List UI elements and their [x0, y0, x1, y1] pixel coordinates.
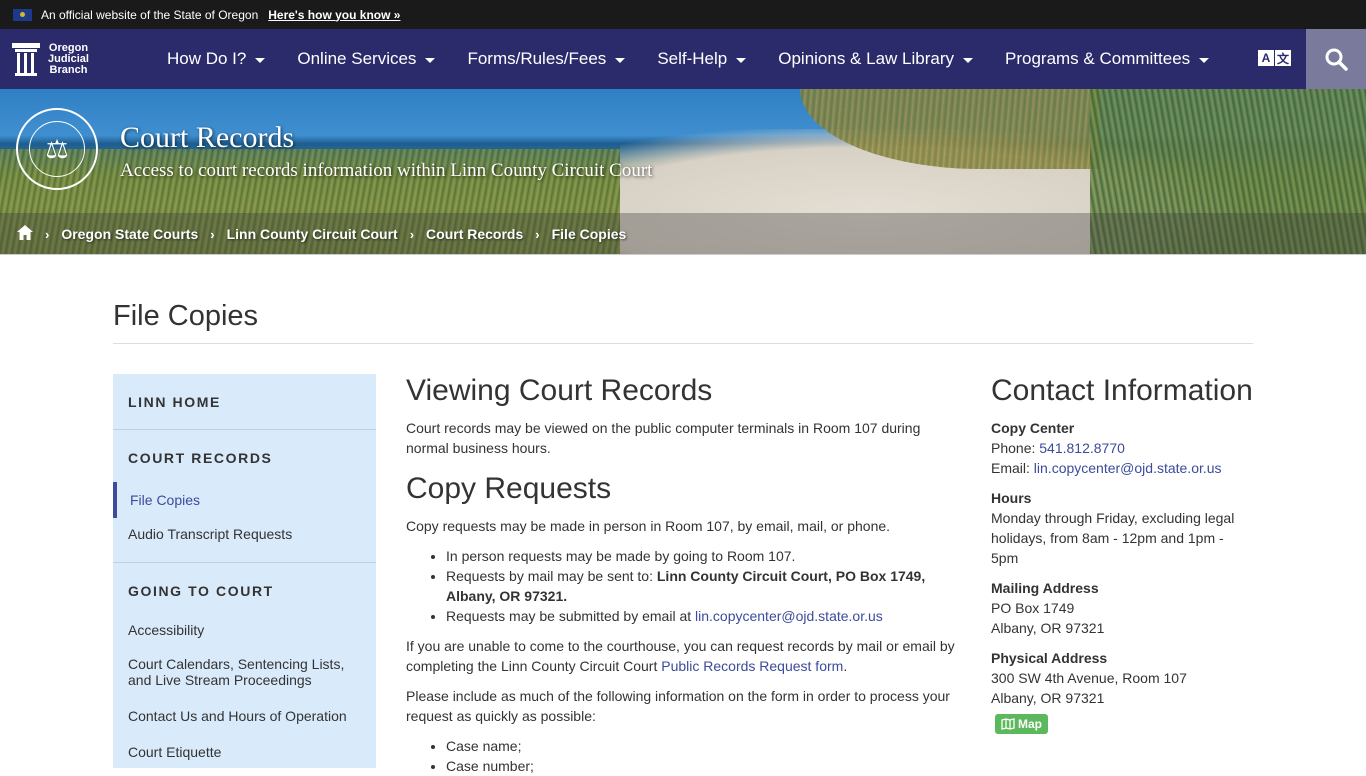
mailing-address-line2: Albany, OR 97321 [991, 620, 1105, 636]
chevron-right-icon: › [409, 226, 415, 242]
scales-of-justice-icon: ⚖ [29, 121, 85, 177]
copy-center-block: Copy Center Phone: 541.812.8770 Email: l… [991, 418, 1256, 478]
sidebar-item-accessibility[interactable]: Accessibility [113, 618, 376, 656]
sidebar-item-contact-us-hours[interactable]: Contact Us and Hours of Operation [113, 706, 376, 742]
copy-requests-intro: Copy requests may be made in person in R… [406, 518, 891, 534]
search-button[interactable] [1306, 29, 1366, 89]
pillar-icon [12, 42, 40, 76]
list-item: Case number; [446, 756, 961, 776]
nav-forms-rules-fees[interactable]: Forms/Rules/Fees [467, 49, 626, 69]
ojd-logo[interactable]: Oregon Judicial Branch [12, 41, 162, 76]
list-item: Case name; [446, 736, 961, 756]
nav-opinions-law-library[interactable]: Opinions & Law Library [778, 49, 973, 69]
sidebar-court-records[interactable]: COURT RECORDS [113, 430, 376, 485]
phone-link[interactable]: 541.812.8770 [1039, 440, 1125, 456]
caret-down-icon [1199, 57, 1210, 63]
hero-banner: ⚖ Court Records Access to court records … [0, 89, 1366, 255]
judicial-department-seal: ⚖ [16, 108, 98, 190]
main-content: Viewing Court Records Court records may … [406, 374, 961, 776]
breadcrumb-current: File Copies [551, 226, 627, 242]
chevron-right-icon: › [535, 226, 540, 242]
physical-address-line2: Albany, OR 97321 [991, 690, 1105, 706]
caret-down-icon [615, 57, 626, 63]
hero-divider [0, 254, 1366, 255]
translate-button[interactable]: A 文 [1258, 50, 1291, 66]
sidebar-item-file-copies[interactable]: File Copies [113, 482, 376, 518]
breadcrumb-linn-county[interactable]: Linn County Circuit Court [227, 226, 398, 242]
logo-text: Oregon Judicial Branch [48, 41, 89, 76]
public-records-request-form-link[interactable]: Public Records Request form [661, 658, 843, 674]
hours-label: Hours [991, 490, 1032, 506]
copy-center-email-link[interactable]: lin.copycenter@ojd.state.or.us [695, 608, 883, 624]
heres-how-you-know-link[interactable]: Here's how you know » [268, 8, 400, 22]
copy-requests-heading: Copy Requests [406, 472, 612, 505]
search-icon [1325, 48, 1348, 71]
caret-down-icon [425, 57, 436, 63]
required-info-list: Case name; Case number; [446, 736, 961, 776]
breadcrumb: › Oregon State Courts › Linn County Circ… [0, 213, 1366, 255]
viewing-court-records-heading: Viewing Court Records [406, 374, 713, 407]
viewing-court-records-text: Court records may be viewed on the publi… [406, 420, 921, 456]
mailing-address-block: Mailing Address PO Box 1749 Albany, OR 9… [991, 578, 1256, 638]
hero-subtitle: Access to court records information with… [120, 160, 653, 181]
breadcrumb-oregon-state-courts[interactable]: Oregon State Courts [61, 226, 198, 242]
nav-self-help[interactable]: Self-Help [657, 49, 747, 69]
mailing-address-label: Mailing Address [991, 580, 1099, 596]
unable-to-visit-text: If you are unable to come to the courtho… [406, 638, 955, 674]
sidebar: LINN HOME COURT RECORDS File Copies Audi… [113, 374, 376, 768]
copy-request-methods-list: In person requests may be made by going … [446, 546, 961, 626]
sidebar-linn-home[interactable]: LINN HOME [113, 374, 376, 429]
nav-online-services[interactable]: Online Services [297, 49, 436, 69]
title-divider [113, 343, 1253, 344]
page-title: File Copies [113, 300, 259, 332]
physical-address-line1: 300 SW 4th Avenue, Room 107 [991, 670, 1187, 686]
home-icon[interactable] [17, 225, 33, 243]
physical-address-label: Physical Address [991, 650, 1108, 666]
official-banner-text: An official website of the State of Oreg… [41, 7, 259, 22]
hero-title: Court Records [120, 121, 295, 154]
list-item: Requests may be submitted by email at li… [446, 606, 961, 626]
sidebar-going-to-court[interactable]: GOING TO COURT [113, 563, 376, 618]
chevron-right-icon: › [45, 226, 50, 242]
caret-down-icon [736, 57, 747, 63]
hours-block: Hours Monday through Friday, excluding l… [991, 488, 1256, 568]
translate-icon-glyph: 文 [1275, 50, 1291, 66]
translate-icon: A [1258, 50, 1274, 66]
contact-information: Contact Information Copy Center Phone: 5… [991, 374, 1256, 734]
nav-how-do-i[interactable]: How Do I? [167, 49, 266, 69]
nav-menu: How Do I? Online Services Forms/Rules/Fe… [167, 49, 1241, 69]
breadcrumb-court-records[interactable]: Court Records [426, 226, 523, 242]
sidebar-item-court-etiquette[interactable]: Court Etiquette [113, 742, 376, 762]
list-item: In person requests may be made by going … [446, 546, 961, 566]
oregon-flag-icon [13, 8, 32, 21]
include-info-text: Please include as much of the following … [406, 688, 950, 724]
email-link[interactable]: lin.copycenter@ojd.state.or.us [1034, 460, 1222, 476]
copy-center-email: Email: lin.copycenter@ojd.state.or.us [991, 460, 1222, 476]
map-button[interactable]: Map [995, 714, 1048, 734]
physical-address-block: Physical Address 300 SW 4th Avenue, Room… [991, 648, 1256, 708]
map-icon [1001, 718, 1015, 730]
list-item: Requests by mail may be sent to: Linn Co… [446, 566, 961, 606]
caret-down-icon [963, 57, 973, 63]
contact-information-heading: Contact Information [991, 374, 1253, 407]
hours-text: Monday through Friday, excluding legal h… [991, 510, 1235, 566]
caret-down-icon [255, 57, 266, 63]
sidebar-item-court-calendars[interactable]: Court Calendars, Sentencing Lists, and L… [113, 656, 376, 706]
chevron-right-icon: › [210, 226, 215, 242]
official-website-banner: An official website of the State of Oreg… [0, 0, 1366, 29]
mailing-address-line1: PO Box 1749 [991, 600, 1075, 616]
copy-center-label: Copy Center [991, 420, 1075, 436]
copy-center-phone: Phone: 541.812.8770 [991, 440, 1125, 456]
nav-programs-committees[interactable]: Programs & Committees [1005, 49, 1210, 69]
main-navigation: Oregon Judicial Branch How Do I? Online … [0, 29, 1366, 89]
sidebar-item-audio-transcript-requests[interactable]: Audio Transcript Requests [113, 518, 376, 562]
